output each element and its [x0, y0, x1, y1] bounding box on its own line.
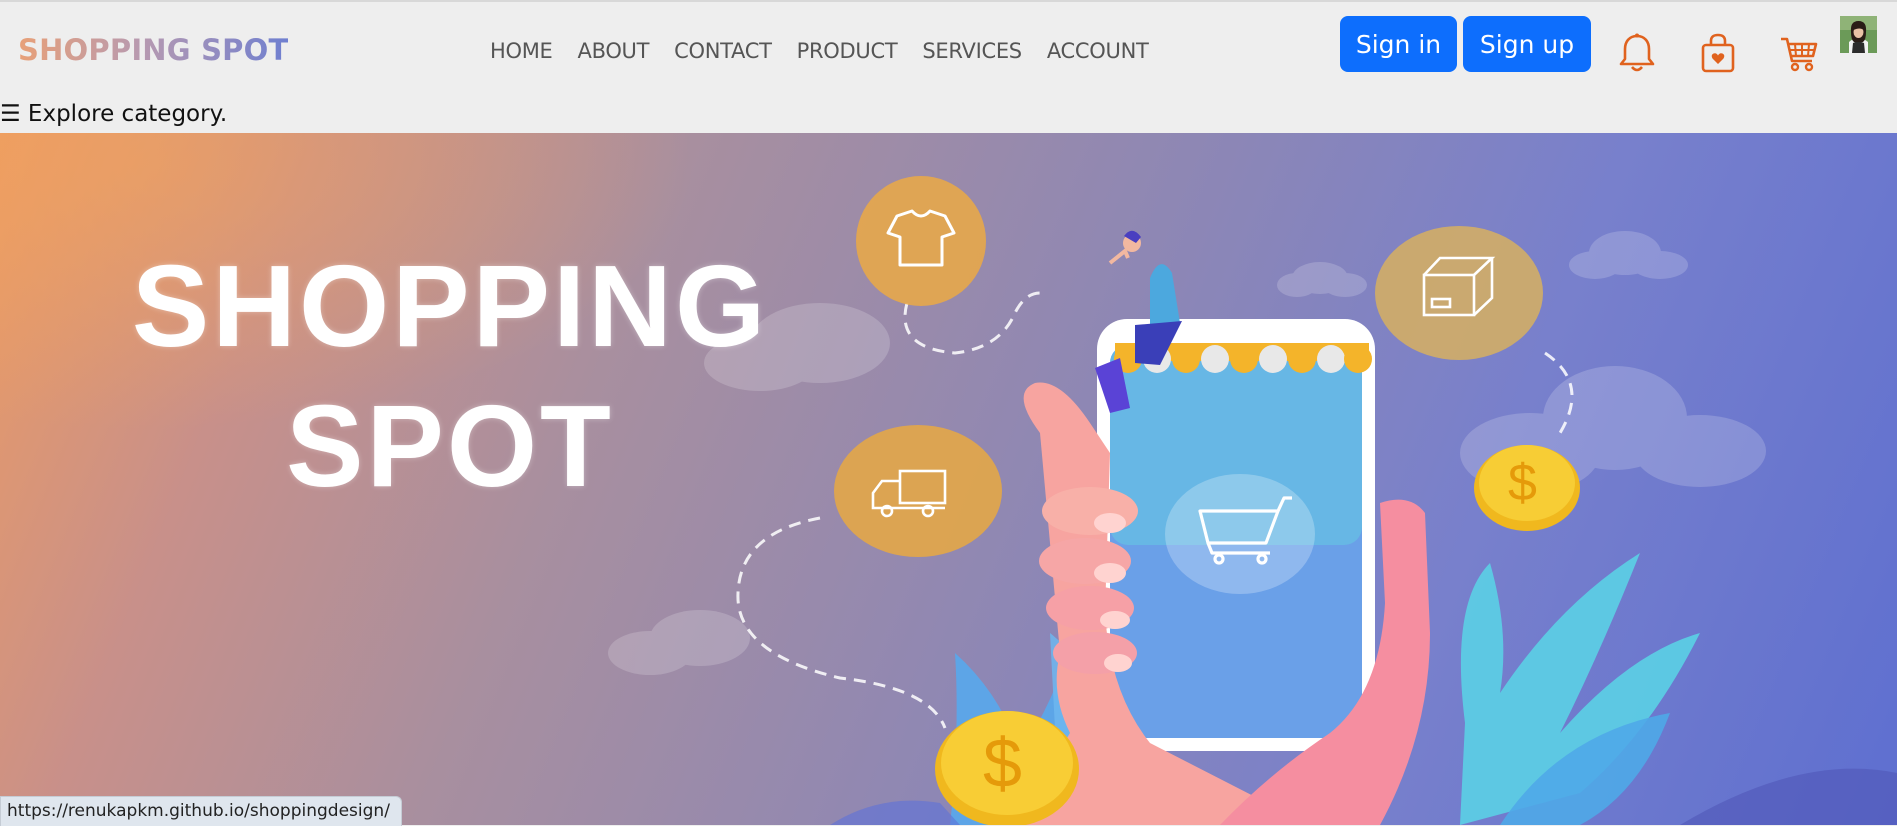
nav-services[interactable]: SERVICES — [922, 39, 1022, 63]
hero-title-line2: SPOT — [286, 381, 614, 511]
coin-dollar-symbol: $ — [1508, 454, 1537, 512]
sign-in-button[interactable]: Sign in — [1340, 16, 1457, 72]
coin-dollar-symbol-bottom: $ — [983, 724, 1022, 802]
nav-contact[interactable]: CONTACT — [674, 39, 772, 63]
shopping-bag-icon[interactable] — [1700, 33, 1736, 77]
explore-category-toggle[interactable]: ☰ Explore category. — [0, 101, 227, 127]
avatar[interactable] — [1840, 16, 1877, 53]
cart-icon[interactable] — [1779, 35, 1819, 77]
nav-product[interactable]: PRODUCT — [797, 39, 898, 63]
bell-icon[interactable] — [1617, 32, 1657, 78]
hero-title-line1: SHOPPING — [131, 241, 769, 371]
main-nav: HOME ABOUT CONTACT PRODUCT SERVICES ACCO… — [490, 39, 1174, 63]
hero-banner: $ $ SHOPPING SPOT — [0, 133, 1897, 825]
browser-status-url: https://renukapkm.github.io/shoppingdesi… — [0, 796, 402, 826]
nav-account[interactable]: ACCOUNT — [1047, 39, 1149, 63]
nav-about[interactable]: ABOUT — [578, 39, 650, 63]
nav-home[interactable]: HOME — [490, 39, 553, 63]
sign-up-button[interactable]: Sign up — [1463, 16, 1591, 72]
site-logo[interactable]: SHOPPING SPOT — [18, 33, 288, 67]
top-navbar: SHOPPING SPOT HOME ABOUT CONTACT PRODUCT… — [0, 0, 1897, 108]
